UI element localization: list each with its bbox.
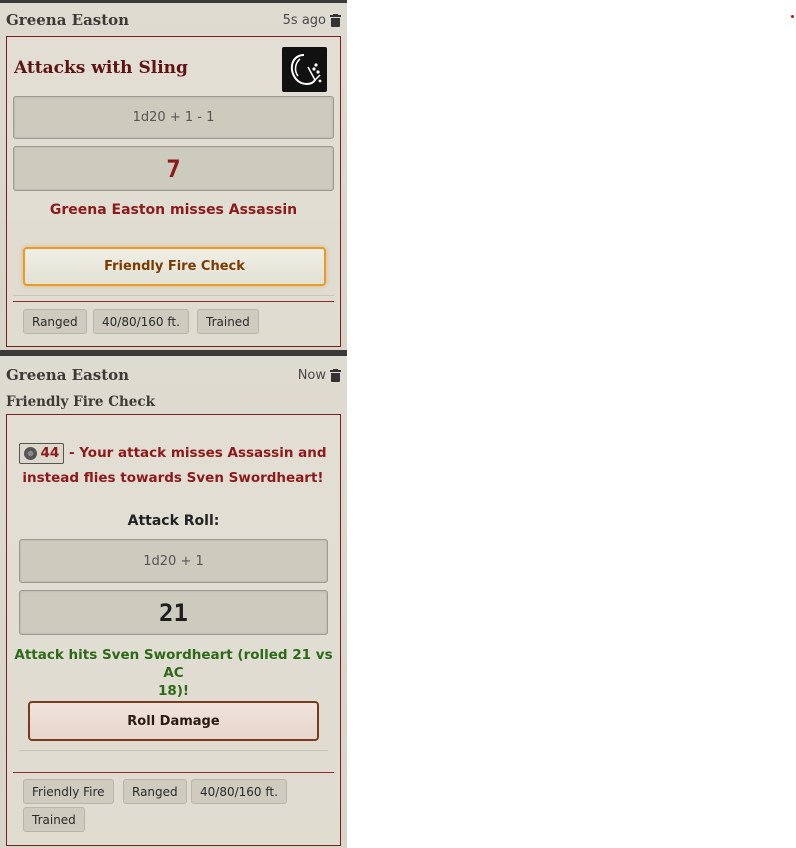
dice-total[interactable]: 7 <box>13 146 334 191</box>
message-sender: Greena Easton <box>6 11 130 29</box>
inline-roll[interactable]: 44 <box>19 442 65 464</box>
attack-roll-label: Attack Roll: <box>127 513 220 529</box>
message-meta: Now <box>298 368 341 383</box>
dice-formula[interactable]: 1d20 + 1 - 1 <box>13 96 334 139</box>
message-sender: Greena Easton <box>6 366 130 384</box>
flavor-text-line-2: instead flies towards Sven Swordheart! <box>22 470 324 486</box>
dice-formula-text: 1d20 + 1 <box>143 553 204 569</box>
dice-total-value: 21 <box>159 598 188 627</box>
divider <box>13 295 334 296</box>
divider <box>13 772 334 773</box>
roll-damage-button[interactable]: Roll Damage <box>28 701 319 741</box>
trait-tag[interactable]: Trained <box>23 807 85 832</box>
trait-tag[interactable]: Ranged <box>123 779 187 804</box>
trait-tag[interactable]: Friendly Fire <box>23 779 114 804</box>
message-timestamp: Now <box>297 368 326 383</box>
dice-formula[interactable]: 1d20 + 1 <box>19 539 328 583</box>
outcome-line-2: 18)! <box>157 683 190 699</box>
friendly-fire-check-button[interactable]: Friendly Fire Check <box>23 247 326 286</box>
chat-message-attack: Greena Easton 5s ago Attacks with Sling <box>0 0 347 350</box>
dice-total[interactable]: 21 <box>19 590 328 635</box>
outcome-line-1: Attack hits Sven Swordheart (rolled 21 v… <box>14 647 333 681</box>
attack-card: Attacks with Sling 1d20 + 1 - 1 7 Greena… <box>6 36 341 347</box>
chat-log: Greena Easton 5s ago Attacks with Sling <box>0 0 347 848</box>
message-timestamp: 5s ago <box>282 13 326 28</box>
trait-tag[interactable]: 40/80/160 ft. <box>93 309 189 334</box>
dice-formula-text: 1d20 + 1 - 1 <box>132 110 215 125</box>
trash-icon[interactable] <box>330 14 341 27</box>
attack-title: Attacks with Sling <box>14 58 188 78</box>
divider <box>19 750 328 751</box>
trait-tag[interactable]: Trained <box>197 309 259 334</box>
d20-icon <box>24 446 38 460</box>
attack-outcome: Greena Easton misses Assassin <box>49 202 298 218</box>
message-meta: 5s ago <box>283 13 341 28</box>
friendly-fire-card: 44 - Your attack misses Assassin and ins… <box>6 414 341 846</box>
divider <box>13 301 334 302</box>
inline-roll-value: 44 <box>40 444 60 461</box>
notification-dot <box>791 15 794 18</box>
flavor-header: Friendly Fire Check <box>6 394 155 410</box>
sling-icon[interactable] <box>282 47 327 92</box>
friendly-fire-flavor: 44 - Your attack misses Assassin and ins… <box>14 441 332 491</box>
flavor-text-line-1: - Your attack misses Assassin and <box>64 445 327 461</box>
trait-tag[interactable]: Ranged <box>23 309 87 334</box>
trash-icon[interactable] <box>330 369 341 382</box>
dice-total-value: 7 <box>166 154 181 183</box>
trait-tag[interactable]: 40/80/160 ft. <box>191 779 287 804</box>
attack-hit-outcome: Attack hits Sven Swordheart (rolled 21 v… <box>7 646 340 700</box>
